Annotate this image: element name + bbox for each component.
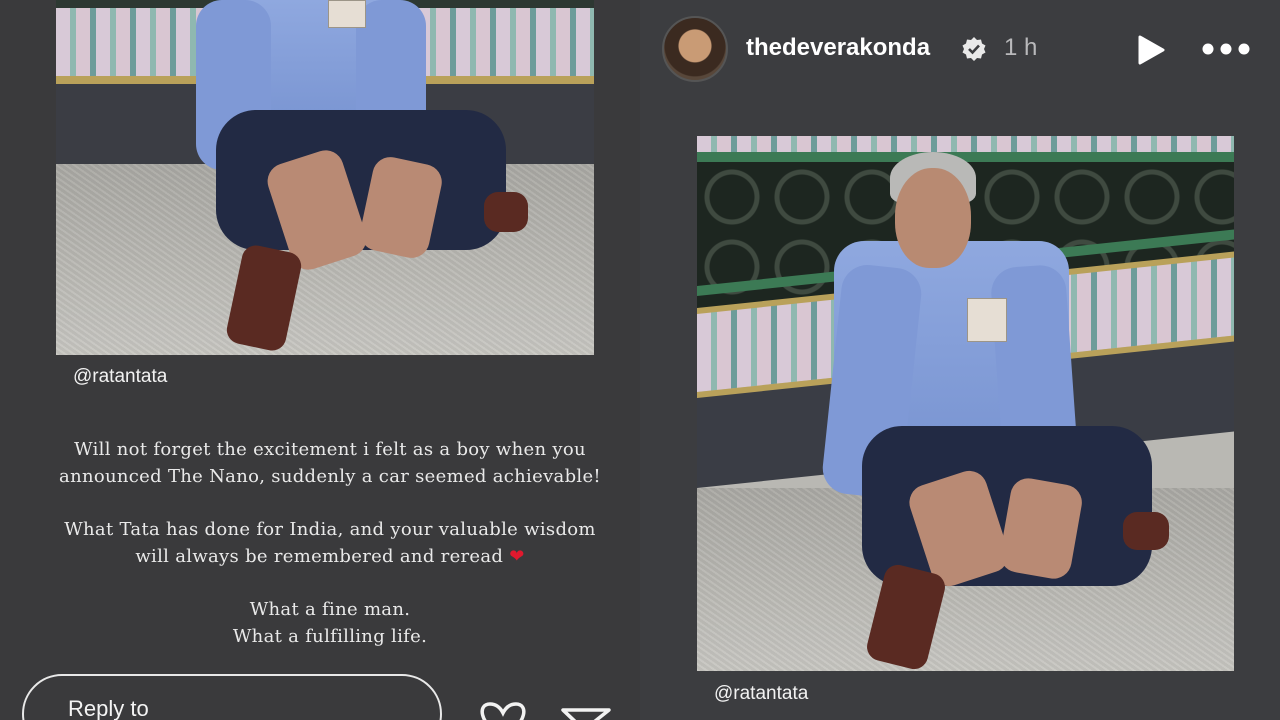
caption-line: will always be remembered and reread ❤ — [135, 546, 525, 567]
caption-line: announced The Nano, suddenly a car seeme… — [59, 466, 601, 487]
story-photo — [697, 136, 1234, 671]
caption-line: What a fulfilling life. — [232, 626, 428, 647]
story-caption: Will not forget the excitement i felt as… — [40, 436, 620, 650]
play-icon[interactable] — [1136, 34, 1166, 66]
caption-line: What Tata has done for India, and your v… — [64, 519, 596, 540]
mention-sticker[interactable]: @ratantata — [73, 366, 167, 388]
reply-placeholder: Reply to — [68, 696, 149, 720]
more-options-icon[interactable] — [1201, 38, 1251, 60]
caption-line: What a fine man. — [249, 599, 411, 620]
story-username[interactable]: thedeverakonda — [746, 34, 930, 62]
left-story-panel: @ratantata Will not forget the excitemen… — [0, 0, 640, 720]
mention-sticker[interactable]: @ratantata — [714, 683, 808, 705]
reply-input[interactable]: Reply to — [22, 674, 442, 720]
verified-badge-icon — [962, 37, 986, 61]
story-photo — [56, 0, 594, 355]
send-icon[interactable] — [560, 702, 612, 720]
avatar[interactable] — [662, 16, 728, 82]
caption-line: Will not forget the excitement i felt as… — [74, 439, 586, 460]
story-timestamp: 1 h — [1004, 34, 1038, 61]
heart-icon[interactable] — [474, 700, 532, 720]
